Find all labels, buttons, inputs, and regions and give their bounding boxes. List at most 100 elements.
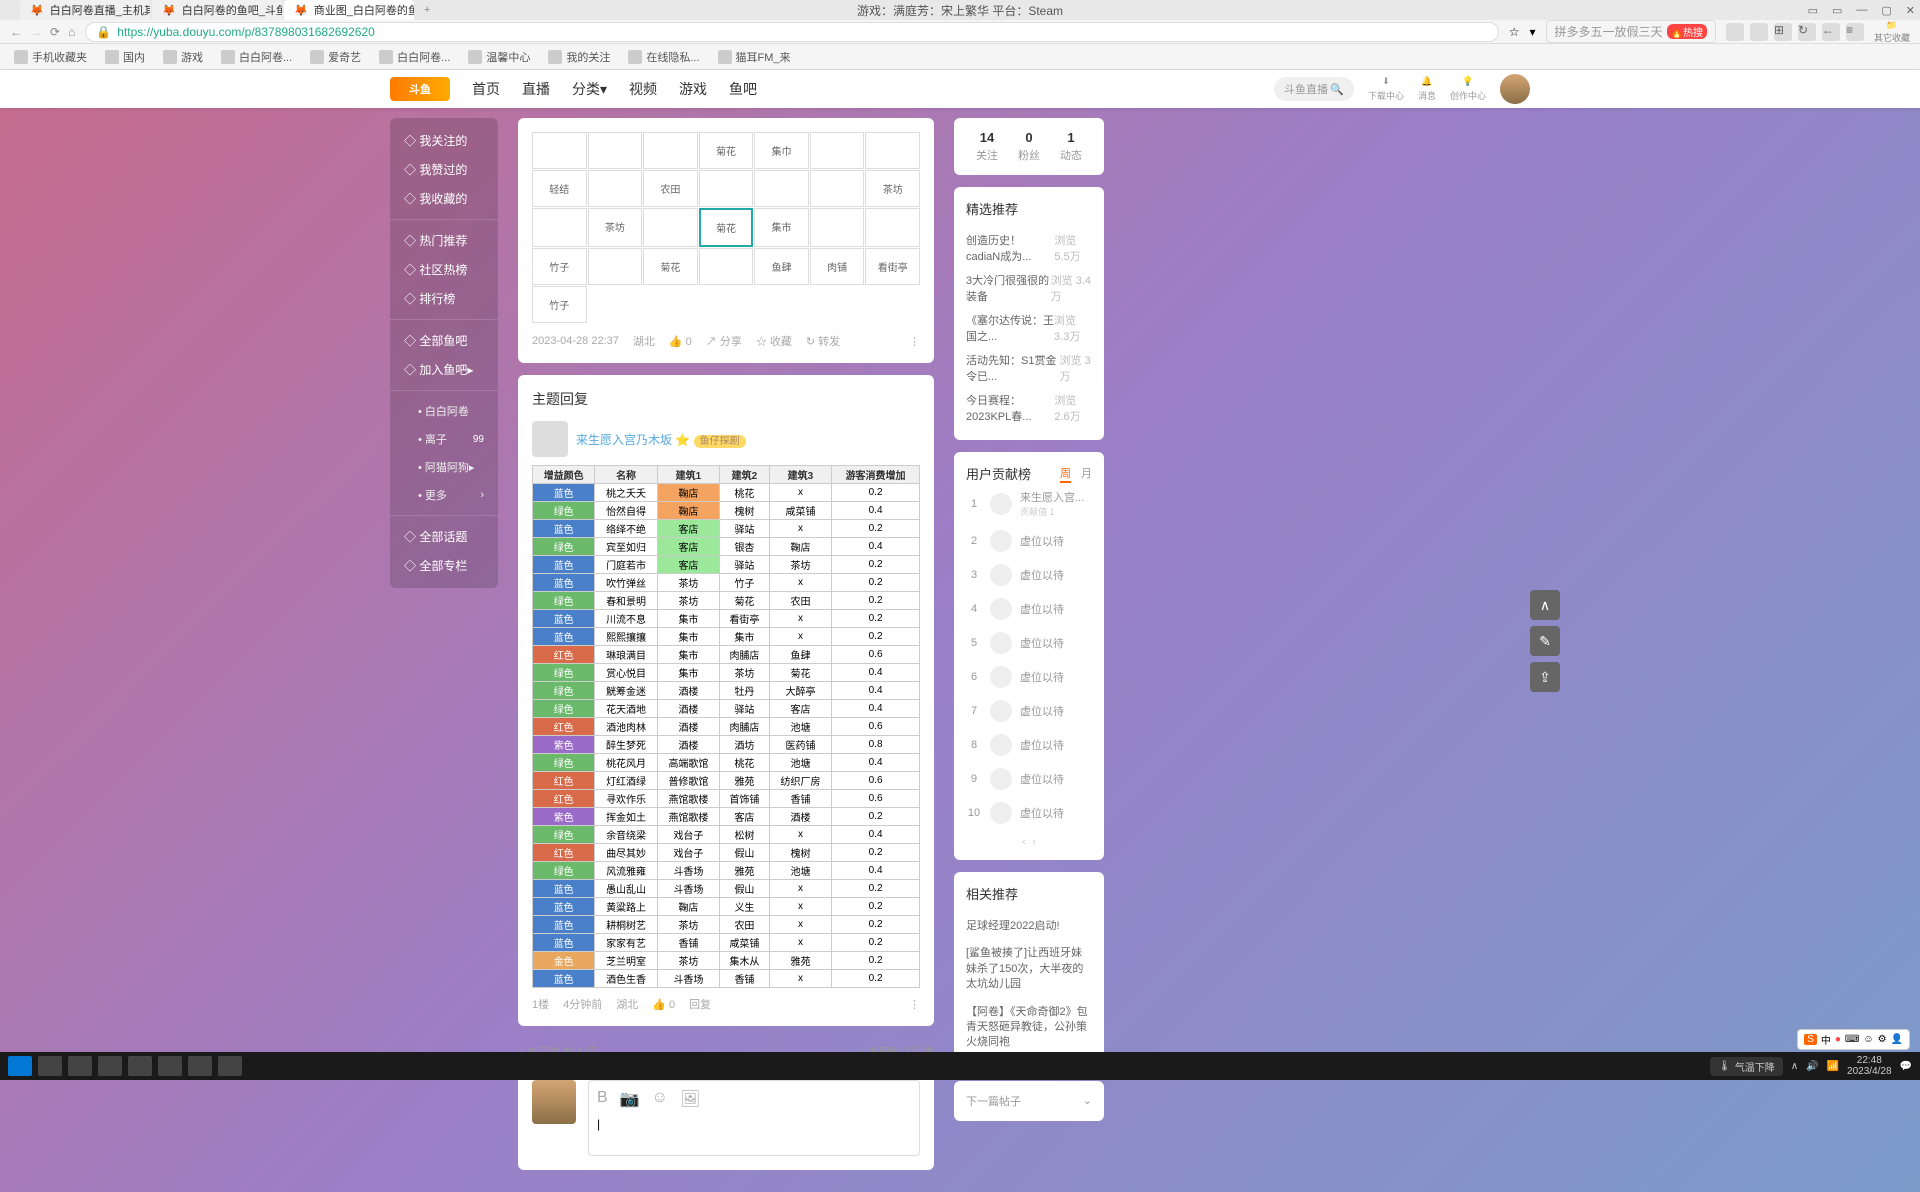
task-icon[interactable] [38, 1056, 62, 1076]
task-icon[interactable] [218, 1056, 242, 1076]
camera-icon[interactable]: 📷 [620, 1089, 640, 1109]
ime-toolbar[interactable]: S中●⌨☺⚙👤 [1797, 1029, 1910, 1050]
hot-item[interactable]: 活动先知：S1赏金令已...浏览 3万 [966, 348, 1092, 388]
forward-button[interactable]: ↻ 转发 [806, 333, 840, 349]
hot-item[interactable]: 3大冷门很强很的装备浏览 3.4万 [966, 268, 1092, 308]
task-icon[interactable] [158, 1056, 182, 1076]
nav-video[interactable]: 视频 [629, 79, 657, 99]
bookmark-item[interactable]: 温馨中心 [468, 49, 530, 65]
nav-home[interactable]: 首页 [472, 79, 500, 99]
sidebar-item[interactable]: ◇ 我赞过的 [390, 155, 498, 184]
window-button[interactable]: ▭ [1808, 4, 1818, 17]
sidebar-item[interactable]: • 离子99 [390, 425, 498, 453]
rank-row[interactable]: 7虚位以待 [966, 694, 1092, 728]
reply-username[interactable]: 来生愿入宫乃木坂 [576, 433, 672, 447]
tray-icon[interactable]: 🔊 [1806, 1061, 1818, 1072]
ext-icon[interactable]: ≡ [1846, 23, 1864, 41]
sidebar-item[interactable]: • 白白阿卷 [390, 397, 498, 425]
share-float-button[interactable]: ⇪ [1530, 662, 1560, 692]
rank-row[interactable]: 4虚位以待 [966, 592, 1092, 626]
weather-widget[interactable]: 🌡 气温下降 [1710, 1057, 1783, 1076]
like-button[interactable]: 👍 0 [652, 998, 675, 1011]
emoji-icon[interactable]: ☺ [652, 1089, 668, 1109]
bookmark-item[interactable]: 在线隐私... [628, 49, 699, 65]
browser-tab[interactable]: 🦊白白阿卷的鱼吧_斗鱼鱼吧× [152, 0, 282, 20]
menu-icon[interactable]: ▾ [1529, 25, 1535, 39]
edit-button[interactable]: ✎ [1530, 626, 1560, 656]
sidebar-item[interactable]: • 阿猫阿狗▸ [390, 453, 498, 481]
task-icon[interactable] [128, 1056, 152, 1076]
reload-button[interactable]: ⟳ [50, 25, 60, 39]
bookmark-item[interactable]: 白白阿卷... [379, 49, 450, 65]
hot-item[interactable]: 创造历史！cadiaN成为...浏览 5.5万 [966, 228, 1092, 268]
tray-icon[interactable]: ∧ [1791, 1061, 1798, 1072]
sidebar-item[interactable]: ◇ 热门推荐 [390, 226, 498, 255]
bookmark-item[interactable]: 猫耳FM_来 [718, 49, 791, 65]
sidebar-item[interactable]: ◇ 全部鱼吧 [390, 326, 498, 355]
notification-icon[interactable]: 💬 [1900, 1061, 1912, 1072]
more-icon[interactable]: ⋮ [909, 335, 920, 348]
back-button[interactable]: ← [10, 25, 22, 39]
sidebar-item[interactable]: • 更多› [390, 481, 498, 509]
more-icon[interactable]: ⋮ [909, 998, 920, 1011]
creator-center[interactable]: 💡创作中心 [1450, 76, 1486, 102]
rank-tab-month[interactable]: 月 [1081, 465, 1092, 483]
rank-row[interactable]: 2虚位以待 [966, 524, 1092, 558]
nav-category[interactable]: 分类▾ [572, 79, 607, 99]
fav-button[interactable]: ☆ 收藏 [756, 333, 792, 349]
browser-search[interactable]: 拼多多五一放假三天 🔥热搜 [1546, 20, 1716, 43]
bold-icon[interactable]: B [597, 1089, 608, 1109]
rank-row[interactable]: 9虚位以待 [966, 762, 1092, 796]
rank-row[interactable]: 10虚位以待 [966, 796, 1092, 830]
image-icon[interactable]: 🖼 [680, 1089, 700, 1109]
related-item[interactable]: 足球经理2022启动! [966, 913, 1092, 940]
site-logo[interactable]: 斗鱼 [390, 77, 450, 101]
rank-row[interactable]: 5虚位以待 [966, 626, 1092, 660]
window-button[interactable]: ▭ [1832, 4, 1842, 17]
start-button[interactable] [8, 1056, 32, 1076]
browser-tab-active[interactable]: 🦊商业图_白白阿卷的鱼吧_斗鱼× [284, 0, 414, 20]
ext-icon[interactable]: ⊞ [1774, 23, 1792, 41]
home-button[interactable]: ⌂ [68, 25, 75, 39]
scroll-top-button[interactable]: ∧ [1530, 590, 1560, 620]
url-input[interactable]: 🔒 https://yuba.douyu.com/p/8378980316826… [85, 22, 1498, 42]
rank-row[interactable]: 6虚位以待 [966, 660, 1092, 694]
rank-row[interactable]: 3虚位以待 [966, 558, 1092, 592]
forward-button[interactable]: → [30, 25, 42, 39]
related-item[interactable]: [鲨鱼被揍了]让西班牙妹妹杀了150次，大半夜的太坑幼儿园 [966, 940, 1092, 998]
sidebar-item[interactable]: ◇ 排行榜 [390, 284, 498, 313]
task-icon[interactable] [98, 1056, 122, 1076]
rank-tab-week[interactable]: 周 [1060, 465, 1071, 483]
nav-game[interactable]: 游戏 [679, 79, 707, 99]
like-button[interactable]: 👍 0 [669, 335, 692, 348]
task-icon[interactable] [188, 1056, 212, 1076]
nav-yuba[interactable]: 鱼吧 [729, 79, 757, 99]
user-avatar[interactable] [1500, 74, 1530, 104]
rank-row[interactable]: 8虚位以待 [966, 728, 1092, 762]
share-button[interactable]: ↗ 分享 [706, 333, 742, 349]
related-item[interactable]: 【阿卷】《天命奇御2》包青天怒砸异教徒，公孙策火烧同袍 [966, 999, 1092, 1057]
bookmark-item[interactable]: 爱奇艺 [310, 49, 361, 65]
bookmark-item[interactable]: 国内 [105, 49, 145, 65]
rank-row[interactable]: 1来生愿入宫...贡献值 1 [966, 483, 1092, 524]
sidebar-item[interactable]: ◇ 全部专栏 [390, 551, 498, 580]
browser-tab[interactable]: 🦊白白阿卷直播_主机其他游...× [20, 0, 150, 20]
bookmark-item[interactable]: 手机收藏夹 [14, 49, 87, 65]
hot-item[interactable]: 今日赛程：2023KPL春...浏览 2.6万 [966, 388, 1092, 428]
bookmark-sidebar-toggle[interactable]: 📁其它收藏 [1874, 20, 1910, 44]
close-button[interactable]: ✕ [1906, 4, 1915, 17]
ext-icon[interactable]: ↻ [1798, 23, 1816, 41]
compose-input[interactable]: | [597, 1117, 911, 1147]
messages[interactable]: 🔔消息 [1418, 76, 1436, 102]
next-post-card[interactable]: 下一篇帖子⌄ [954, 1081, 1104, 1121]
hot-item[interactable]: 《塞尔达传说：王国之...浏览 3.3万 [966, 308, 1092, 348]
sidebar-item[interactable]: ◇ 加入鱼吧▸ [390, 355, 498, 384]
ext-icon[interactable] [1726, 23, 1744, 41]
reply-avatar[interactable] [532, 421, 568, 457]
sidebar-item[interactable]: ◇ 社区热榜 [390, 255, 498, 284]
sidebar-item[interactable]: ◇ 我收藏的 [390, 184, 498, 213]
minimize-button[interactable]: — [1856, 4, 1867, 17]
reply-button[interactable]: 回复 [689, 996, 711, 1012]
prev-page[interactable]: ‹ [1022, 836, 1026, 848]
ext-icon[interactable] [1750, 23, 1768, 41]
